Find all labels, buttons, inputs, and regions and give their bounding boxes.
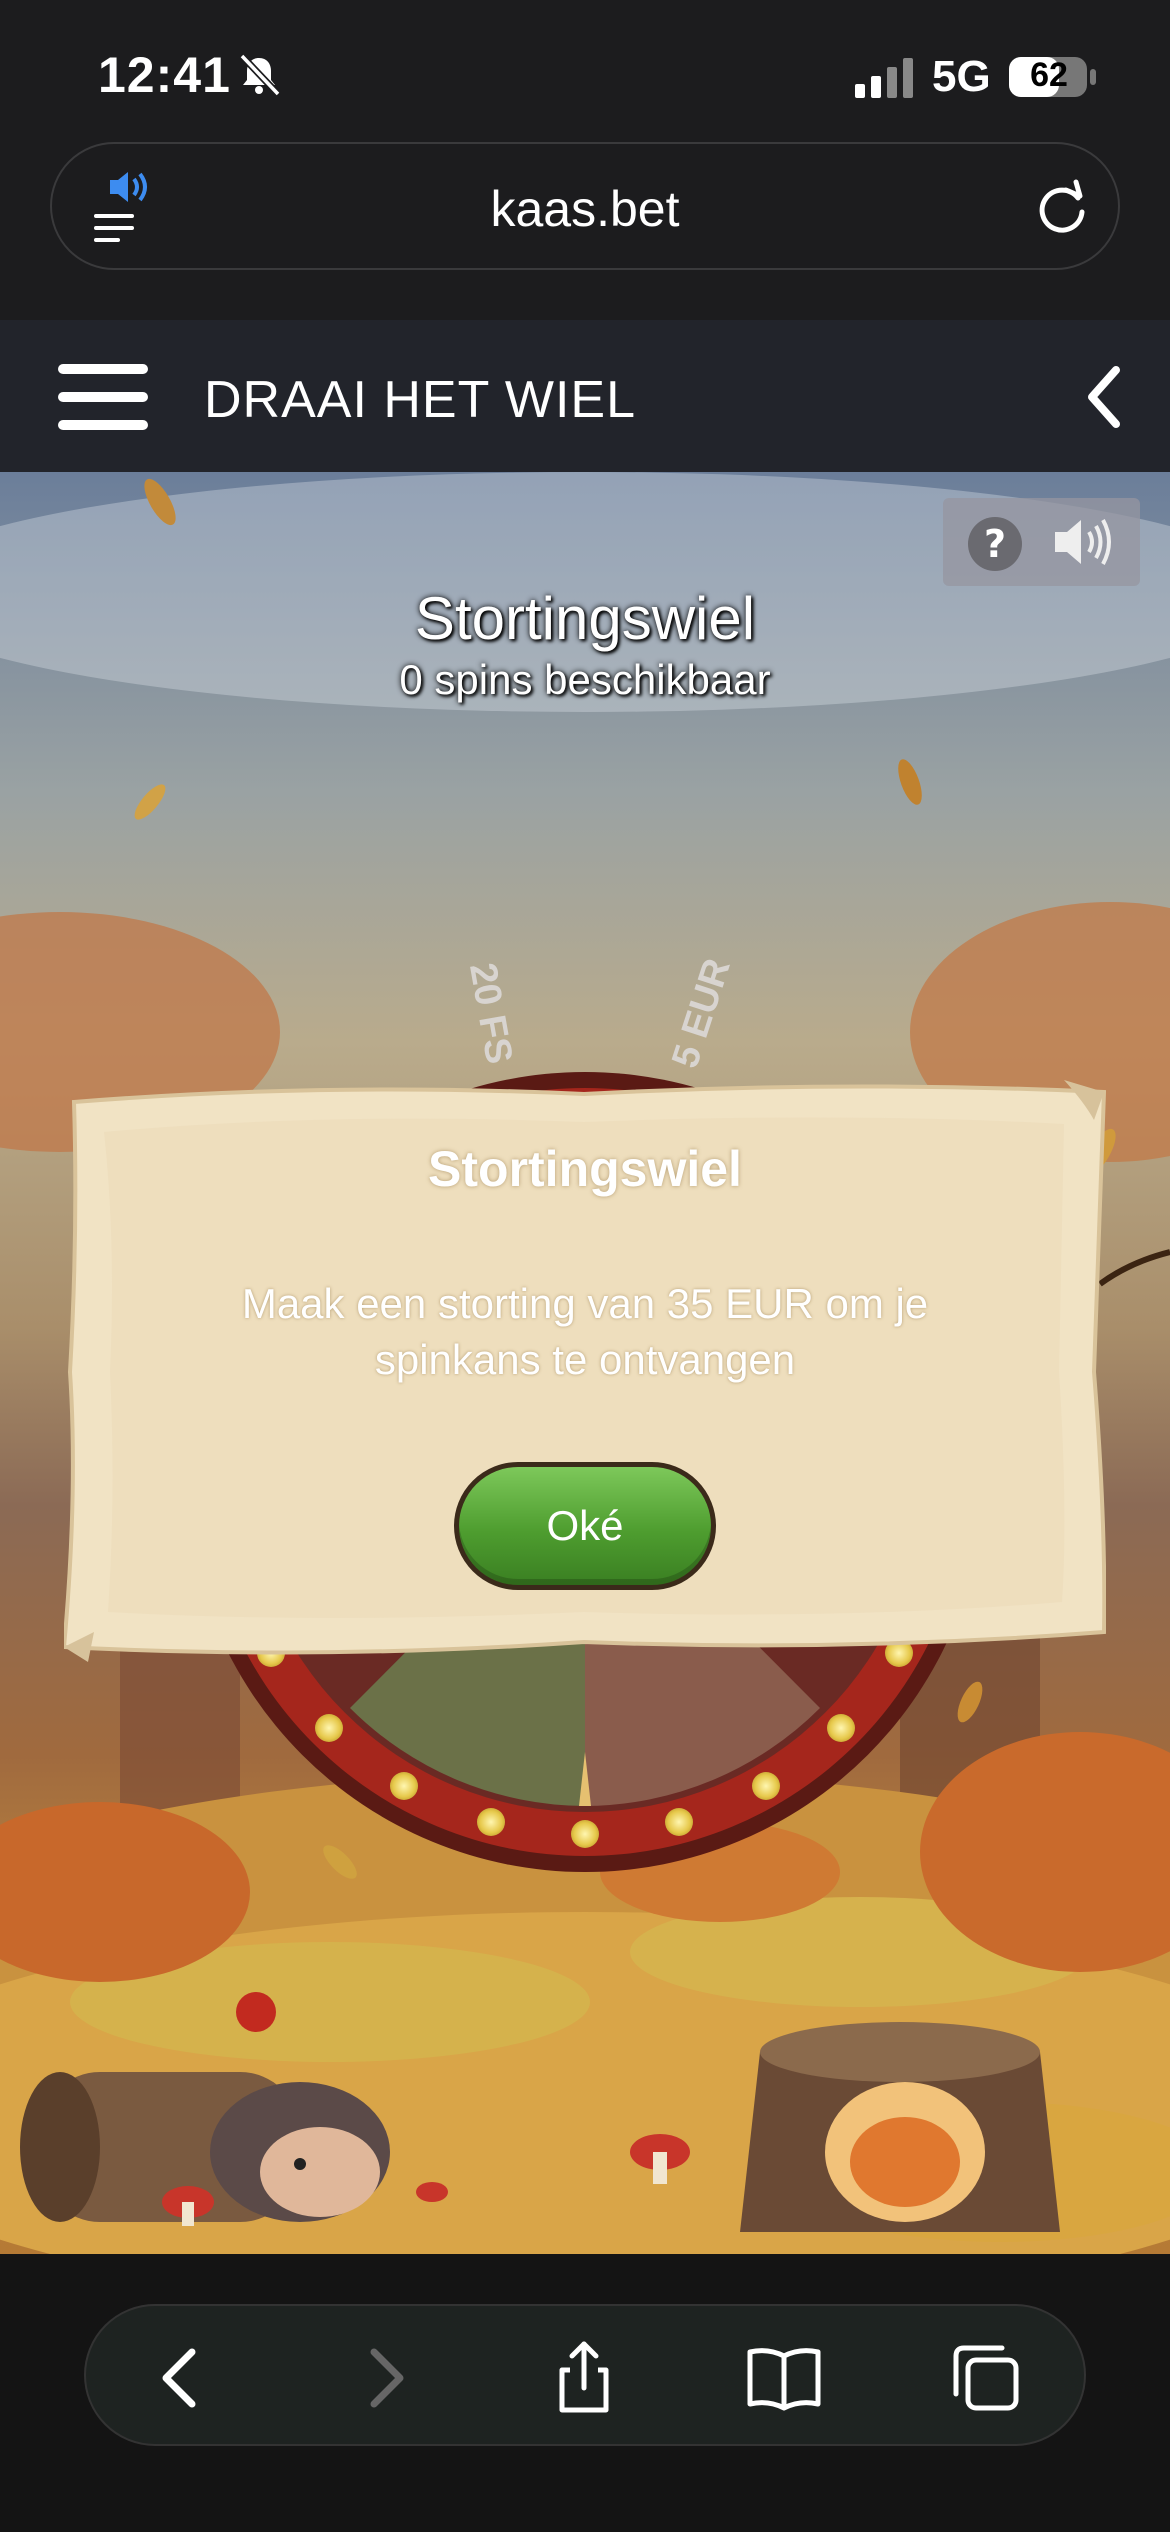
reload-icon[interactable] <box>1032 178 1092 238</box>
ok-button[interactable]: Oké <box>454 1462 716 1590</box>
forward-icon[interactable] <box>346 2340 422 2416</box>
rim-light <box>390 1771 418 1800</box>
tabs-icon[interactable] <box>948 2340 1024 2416</box>
modal-title: Stortingswiel <box>428 1141 742 1197</box>
toolbar-capsule <box>84 2304 1086 2446</box>
svg-text:?: ? <box>984 522 1006 566</box>
url-text[interactable]: kaas.bet <box>52 180 1118 238</box>
status-time: 12:41 <box>98 47 231 103</box>
back-icon[interactable] <box>144 2340 220 2416</box>
bell-slash-icon <box>239 53 281 97</box>
browser-toolbar <box>0 2254 1170 2532</box>
menu-icon[interactable] <box>58 364 148 430</box>
status-bar: 12:41 5G 62 <box>0 0 1170 140</box>
share-icon[interactable] <box>546 2340 622 2416</box>
site-header: DRAAI HET WIEL <box>0 320 1170 472</box>
rim-light <box>826 1713 855 1742</box>
page-title: DRAAI HET WIEL <box>204 371 637 429</box>
rim-light <box>664 1807 693 1836</box>
back-chevron-icon[interactable] <box>1074 360 1134 434</box>
wheel-title: Stortingswiel <box>414 585 756 652</box>
sound-icon[interactable] <box>1051 512 1117 572</box>
wheel-game-scene: 20 FS 5 EUR Stortingswiel 0 spins beschi… <box>0 472 1170 2254</box>
bookmarks-icon[interactable] <box>746 2340 822 2416</box>
rim-light <box>752 1771 780 1800</box>
rim-light <box>315 1713 344 1742</box>
signal-icon <box>855 58 913 98</box>
help-icon[interactable]: ? <box>967 516 1023 572</box>
network-type: 5G <box>932 52 991 101</box>
rim-light <box>477 1807 506 1836</box>
game-controls: ? <box>943 498 1140 586</box>
address-bar[interactable]: kaas.bet <box>50 142 1120 270</box>
battery-level: 62 <box>1030 56 1068 94</box>
modal-message: Maak een storting van 35 EUR om je spink… <box>241 1280 929 1383</box>
rim-light <box>571 1820 599 1848</box>
deposit-modal: Stortingswiel Maak een storting van 35 E… <box>64 1072 1106 1662</box>
spins-available: 0 spins beschikbaar <box>399 656 771 703</box>
